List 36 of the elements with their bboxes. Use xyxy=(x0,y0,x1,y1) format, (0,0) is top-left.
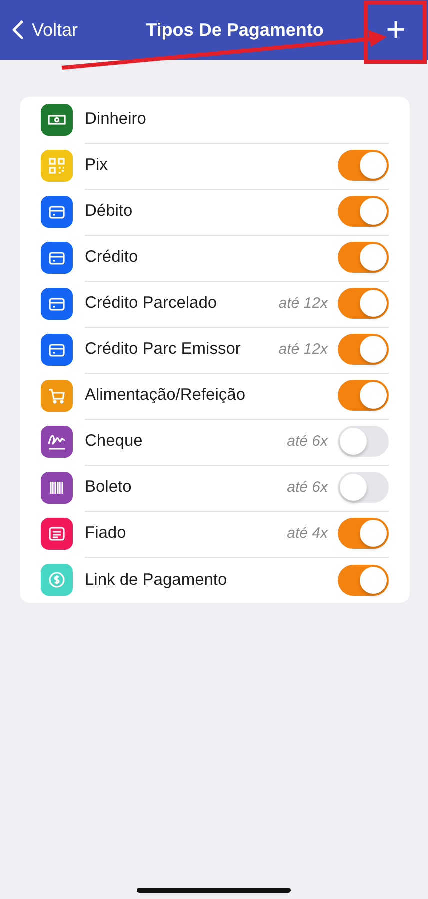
toggle-switch[interactable] xyxy=(338,288,389,319)
qr-code-icon xyxy=(47,156,67,176)
chevron-left-icon xyxy=(12,20,24,40)
installments-label: até 12x xyxy=(278,341,328,358)
highlight-frame xyxy=(364,1,427,64)
screen-title: Tipos De Pagamento xyxy=(145,20,325,40)
payment-type-label: Pix xyxy=(85,156,109,175)
toggle-switch[interactable] xyxy=(338,518,389,549)
payment-type-label: Fiado xyxy=(85,524,128,543)
payment-type-label: Cheque xyxy=(85,432,144,451)
toggle-switch[interactable] xyxy=(338,380,389,411)
toggle-switch[interactable] xyxy=(338,334,389,365)
cart-icon xyxy=(47,386,67,406)
dollar-coin-icon xyxy=(47,570,67,590)
back-button[interactable]: Voltar xyxy=(12,20,112,40)
signature-icon xyxy=(47,432,67,452)
toggle-switch[interactable] xyxy=(338,426,389,457)
installments-label: até 4x xyxy=(287,525,328,542)
toggle-switch[interactable] xyxy=(338,242,389,273)
payment-type-label: Link de Pagamento xyxy=(85,570,228,590)
installments-label: até 6x xyxy=(287,433,328,450)
add-button[interactable]: + xyxy=(358,13,418,47)
payment-type-label: Dinheiro xyxy=(85,110,148,129)
document-icon xyxy=(47,524,67,544)
payment-type-label: Débito xyxy=(85,202,134,221)
payment-type-label: Crédito xyxy=(85,248,140,267)
installments-label: até 12x xyxy=(278,295,328,312)
installments-label: até 6x xyxy=(287,479,328,496)
toggle-switch[interactable] xyxy=(338,150,389,181)
payment-type-label: Crédito Parc Emissor xyxy=(85,340,242,359)
toggle-switch[interactable] xyxy=(338,196,389,227)
payment-type-label: Crédito Parcelado xyxy=(85,294,218,313)
toggle-switch[interactable] xyxy=(338,472,389,503)
toggle-switch[interactable] xyxy=(338,564,389,596)
payment-type-label: Alimentação/Refeição xyxy=(85,386,247,405)
payment-type-label: Boleto xyxy=(85,478,133,497)
